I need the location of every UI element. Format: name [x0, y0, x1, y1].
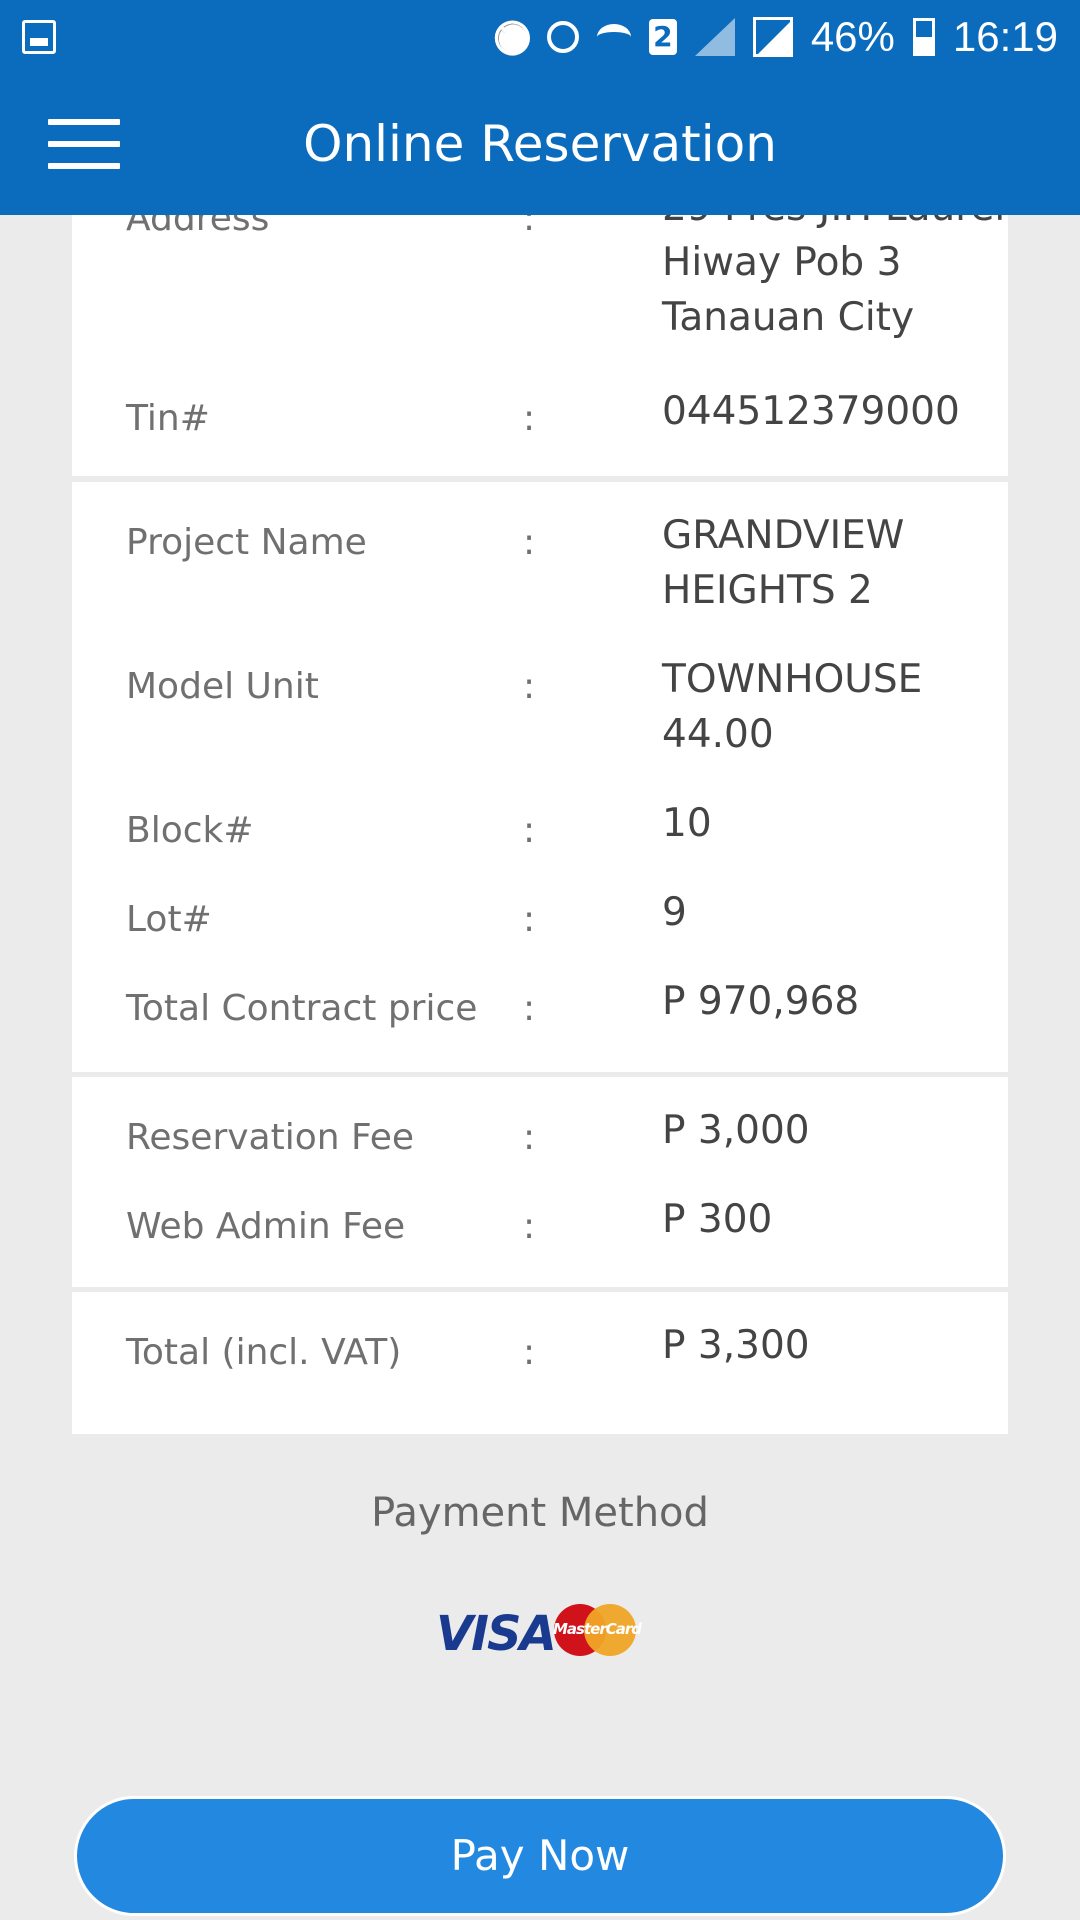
separator: :: [523, 810, 536, 851]
total-value: P 3,300: [662, 1323, 810, 1368]
card-logos: VISA MasterCard: [436, 1604, 642, 1662]
separator: :: [523, 1332, 536, 1373]
mute-icon: [493, 19, 529, 55]
fees-card: Reservation Fee : P 3,000 Web Admin Fee …: [72, 1077, 1008, 1287]
web-admin-fee-label: Web Admin Fee: [126, 1206, 406, 1247]
pay-now-button[interactable]: Pay Now: [74, 1796, 1006, 1916]
total-contract-price-label: Total Contract price: [126, 988, 478, 1029]
status-icons: 2 46% 16:19: [493, 0, 1058, 73]
project-name-value: GRANDVIEW HEIGHTS 2: [662, 513, 905, 613]
model-unit-label: Model Unit: [126, 666, 319, 707]
tin-value: 044512379000: [662, 389, 960, 434]
clock: 16:19: [952, 12, 1058, 60]
buyer-info-card: Address : 29 Pres J.P. Laurel Hiway Pob …: [72, 185, 1008, 476]
signal-icon: [694, 17, 735, 56]
separator: :: [523, 988, 536, 1029]
project-name-label: Project Name: [126, 522, 367, 563]
separator: :: [523, 522, 536, 563]
block-value: 10: [662, 801, 712, 846]
block-label: Block#: [126, 810, 254, 851]
total-label: Total (incl. VAT): [126, 1332, 402, 1373]
separator: :: [523, 398, 536, 439]
lot-label: Lot#: [126, 899, 212, 940]
tin-label: Tin#: [126, 398, 210, 439]
property-info-card: Project Name : GRANDVIEW HEIGHTS 2 Model…: [72, 482, 1008, 1072]
signal-icon: [752, 16, 793, 57]
separator: :: [523, 666, 536, 707]
mastercard-text: MasterCard: [553, 1620, 642, 1638]
page-title: Online Reservation: [303, 115, 777, 173]
reservation-fee-label: Reservation Fee: [126, 1117, 415, 1158]
alarm-icon: [546, 20, 579, 53]
separator: :: [523, 899, 536, 940]
separator: :: [523, 1117, 536, 1158]
separator: :: [523, 1206, 536, 1247]
sim-icon: 2: [648, 18, 677, 55]
status-bar: 2 46% 16:19: [0, 0, 1080, 73]
gallery-icon: [22, 20, 56, 54]
app-bar: Online Reservation: [0, 73, 1080, 215]
battery-icon: [912, 17, 935, 56]
wifi-icon: [596, 23, 631, 50]
web-admin-fee-value: P 300: [662, 1197, 773, 1242]
model-unit-value: TOWNHOUSE 44.00: [662, 657, 923, 757]
total-contract-price-value: P 970,968: [662, 979, 860, 1024]
total-card: Total (incl. VAT) : P 3,300: [72, 1292, 1008, 1434]
reservation-fee-value: P 3,000: [662, 1108, 810, 1153]
battery-percent: 46%: [810, 12, 895, 60]
lot-value: 9: [662, 890, 687, 935]
payment-method-label: Payment Method: [371, 1490, 709, 1536]
mastercard-logo-icon: MasterCard: [553, 1604, 642, 1656]
visa-logo-icon: VISA: [436, 1606, 557, 1662]
